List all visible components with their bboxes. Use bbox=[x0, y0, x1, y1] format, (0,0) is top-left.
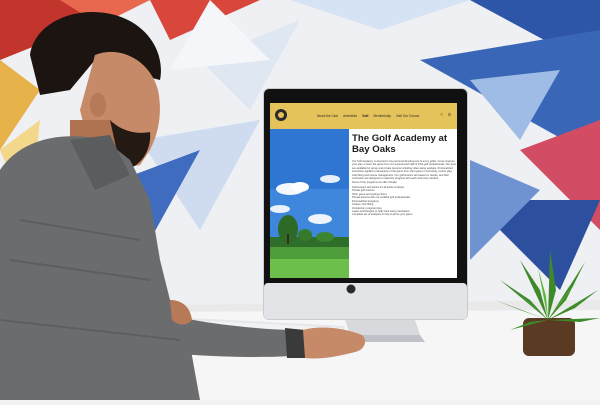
search-icon[interactable]: ○ bbox=[440, 112, 443, 118]
programs-intro: Some of the programs we offer include: bbox=[352, 181, 398, 185]
main-nav: About the Club Amenities Golf Membership… bbox=[317, 114, 419, 118]
list-item: Complete set of analytics to help improv… bbox=[352, 213, 413, 217]
website-screen: About the Club Amenities Golf Membership… bbox=[270, 103, 457, 278]
apple-logo-icon bbox=[346, 284, 356, 294]
page-title: The Golf Academy at Bay Oaks bbox=[352, 133, 448, 155]
header-icons: ○ ≡ bbox=[440, 112, 451, 118]
content-panel: The Golf Academy at Bay Oaks Our Golf Ac… bbox=[352, 133, 456, 277]
nav-item-about[interactable]: About the Club bbox=[317, 114, 338, 118]
photo-scene: About the Club Amenities Golf Membership… bbox=[0, 0, 600, 400]
nav-item-amenities[interactable]: Amenities bbox=[343, 114, 357, 118]
hamburger-menu-icon[interactable]: ≡ bbox=[448, 112, 451, 118]
intro-paragraph: Our Golf Academy is devoted to the perso… bbox=[352, 160, 456, 181]
nav-item-membership[interactable]: Membership bbox=[373, 114, 391, 118]
programs-list: Golf lessons and clinics for all levels … bbox=[352, 186, 456, 217]
site-header: About the Club Amenities Golf Membership… bbox=[270, 103, 457, 129]
golf-club-logo-icon[interactable] bbox=[274, 108, 288, 122]
golf-course-hero-image bbox=[270, 129, 349, 278]
nav-item-golf[interactable]: Golf bbox=[362, 114, 368, 118]
nav-item-visit[interactable]: Visit Our Course bbox=[396, 114, 419, 118]
